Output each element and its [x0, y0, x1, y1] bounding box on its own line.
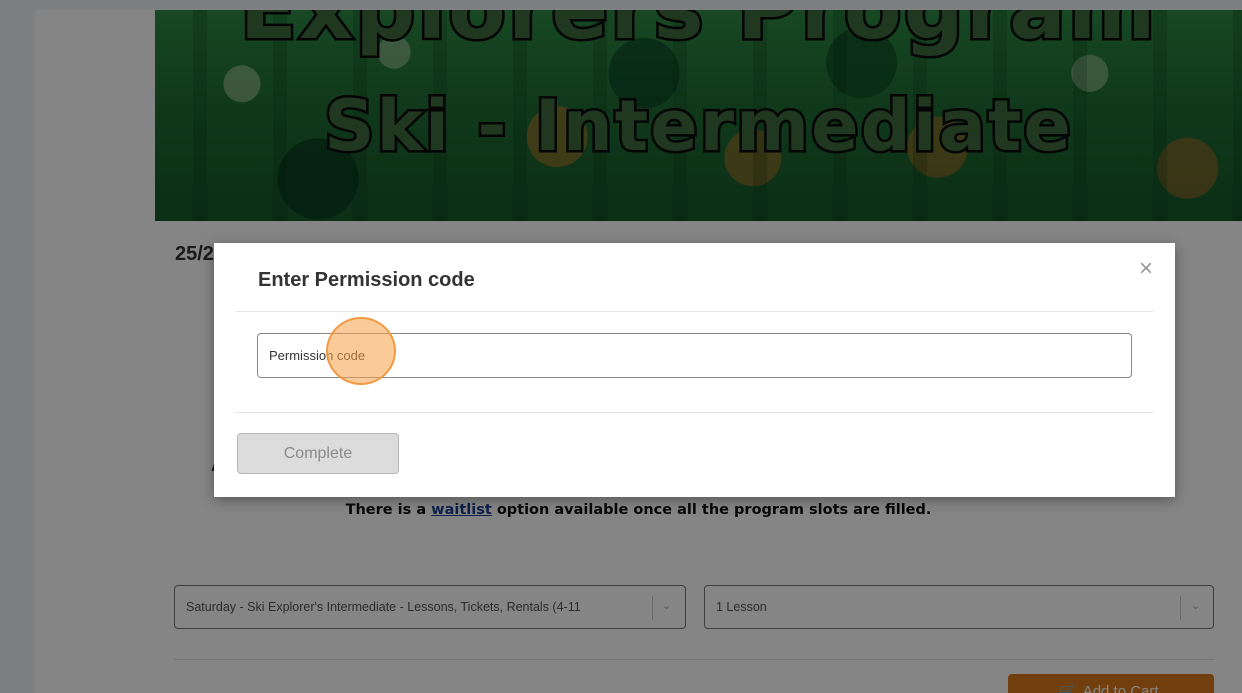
- modal-divider: [236, 412, 1153, 413]
- modal-divider: [236, 311, 1153, 312]
- modal-title: Enter Permission code: [258, 269, 475, 291]
- complete-button[interactable]: Complete: [237, 433, 399, 474]
- close-icon[interactable]: ×: [1139, 257, 1153, 281]
- cursor-highlight: [326, 317, 396, 385]
